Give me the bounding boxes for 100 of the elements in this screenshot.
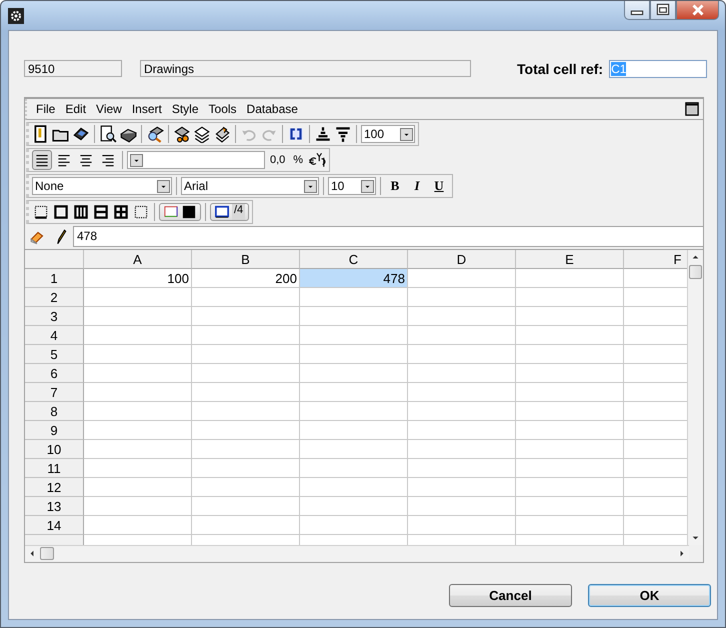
row-header[interactable]: 7 xyxy=(25,383,84,402)
table-cell[interactable] xyxy=(408,459,516,478)
menu-item[interactable]: Style xyxy=(166,100,204,118)
style-dropdown[interactable]: None xyxy=(32,177,172,195)
table-cell[interactable] xyxy=(84,459,192,478)
table-cell[interactable] xyxy=(408,345,516,364)
vertical-borders-icon[interactable] xyxy=(72,203,90,221)
table-cell[interactable] xyxy=(84,497,192,516)
table-cell[interactable] xyxy=(408,288,516,307)
table-cell[interactable]: 200 xyxy=(192,269,300,288)
color-button[interactable] xyxy=(159,203,201,221)
caret-icon[interactable] xyxy=(304,180,317,192)
zoom-dropdown[interactable]: 100 xyxy=(361,125,415,143)
table-cell[interactable] xyxy=(300,497,408,516)
row-header[interactable]: 14 xyxy=(25,516,84,535)
table-cell[interactable] xyxy=(300,459,408,478)
row-header[interactable]: 4 xyxy=(25,326,84,345)
table-cell[interactable] xyxy=(408,440,516,459)
caret-icon[interactable] xyxy=(130,154,143,166)
font-size-dropdown[interactable]: 10 xyxy=(328,177,376,195)
row-header[interactable]: 1 xyxy=(25,269,84,288)
table-cell[interactable] xyxy=(516,269,624,288)
bottom-border-icon[interactable] xyxy=(32,203,50,221)
caret-icon[interactable] xyxy=(400,128,413,140)
table-cell[interactable] xyxy=(84,288,192,307)
currency-icon[interactable] xyxy=(308,151,326,169)
ok-button[interactable]: OK xyxy=(588,584,711,607)
row-header[interactable]: 9 xyxy=(25,421,84,440)
table-cell[interactable] xyxy=(300,345,408,364)
table-cell[interactable] xyxy=(300,307,408,326)
horizontal-border-icon[interactable] xyxy=(92,203,110,221)
table-cell[interactable] xyxy=(408,497,516,516)
table-cell[interactable] xyxy=(192,288,300,307)
table-cell[interactable] xyxy=(300,383,408,402)
table-cell[interactable] xyxy=(192,478,300,497)
maximize-button[interactable] xyxy=(650,1,676,20)
table-cell[interactable] xyxy=(300,478,408,497)
sort-descending-icon[interactable] xyxy=(334,125,352,143)
table-cell[interactable] xyxy=(516,307,624,326)
number-format-button[interactable]: % xyxy=(290,151,306,169)
table-cell[interactable] xyxy=(516,383,624,402)
table-cell[interactable] xyxy=(300,402,408,421)
column-header[interactable]: E xyxy=(516,250,624,269)
close-button[interactable] xyxy=(676,1,719,20)
row-header[interactable]: 3 xyxy=(25,307,84,326)
table-cell[interactable] xyxy=(516,421,624,440)
table-cell[interactable] xyxy=(84,478,192,497)
table-cell[interactable] xyxy=(516,440,624,459)
menu-item[interactable]: Edit xyxy=(60,100,92,118)
table-cell[interactable]: 100 xyxy=(84,269,192,288)
find-icon[interactable] xyxy=(146,125,164,143)
underline-button[interactable]: U xyxy=(429,178,449,194)
vertical-scrollbar[interactable] xyxy=(687,250,703,545)
row-header[interactable]: 5 xyxy=(25,345,84,364)
menu-item[interactable]: Tools xyxy=(204,100,242,118)
caret-icon[interactable] xyxy=(361,180,374,192)
scroll-thumb[interactable] xyxy=(40,547,54,560)
table-cell[interactable] xyxy=(300,421,408,440)
minimize-button[interactable] xyxy=(624,1,650,20)
table-cell[interactable] xyxy=(300,440,408,459)
table-cell[interactable] xyxy=(192,497,300,516)
outline-border-icon[interactable] xyxy=(52,203,70,221)
table-cell[interactable]: 478 xyxy=(300,269,408,288)
cancel-button[interactable]: Cancel xyxy=(449,584,572,607)
row-header[interactable]: 10 xyxy=(25,440,84,459)
table-cell[interactable] xyxy=(84,402,192,421)
row-header[interactable]: 13 xyxy=(25,497,84,516)
table-cell[interactable] xyxy=(84,326,192,345)
restore-window-icon[interactable] xyxy=(685,102,699,116)
column-header[interactable]: A xyxy=(84,250,192,269)
table-cell[interactable] xyxy=(84,421,192,440)
print-preview-icon[interactable] xyxy=(99,125,117,143)
sort-ascending-icon[interactable] xyxy=(314,125,332,143)
table-cell[interactable] xyxy=(516,402,624,421)
table-cell[interactable] xyxy=(300,364,408,383)
table-cell[interactable] xyxy=(408,326,516,345)
table-cell[interactable] xyxy=(516,497,624,516)
column-header[interactable]: D xyxy=(408,250,516,269)
formula-field[interactable]: 478 xyxy=(73,226,703,247)
table-cell[interactable] xyxy=(408,307,516,326)
table-cell[interactable] xyxy=(300,516,408,535)
table-cell[interactable] xyxy=(192,326,300,345)
table-cell[interactable] xyxy=(516,345,624,364)
number-format-button[interactable]: 0,0 xyxy=(267,151,288,169)
row-header[interactable]: 11 xyxy=(25,459,84,478)
menu-item[interactable]: Database xyxy=(242,100,303,118)
scroll-thumb[interactable] xyxy=(689,265,702,279)
table-cell[interactable] xyxy=(84,383,192,402)
border-style-button[interactable]: /4 xyxy=(210,203,250,221)
number-format-dropdown[interactable] xyxy=(127,151,265,169)
table-cell[interactable] xyxy=(192,383,300,402)
cut-icon[interactable] xyxy=(173,125,191,143)
caret-icon[interactable] xyxy=(157,180,170,192)
no-border-icon[interactable] xyxy=(132,203,150,221)
row-header[interactable]: 12 xyxy=(25,478,84,497)
table-cell[interactable] xyxy=(516,326,624,345)
table-cell[interactable] xyxy=(408,421,516,440)
font-dropdown[interactable]: Arial xyxy=(181,177,319,195)
menu-item[interactable]: File xyxy=(31,100,60,118)
horizontal-scrollbar[interactable] xyxy=(25,545,689,561)
